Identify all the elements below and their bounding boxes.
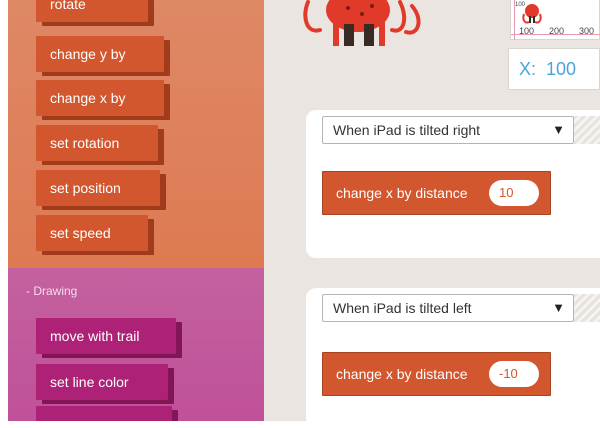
dropdown-arrow-icon: ▼: [552, 122, 565, 137]
ruler-tick: 300: [579, 26, 595, 36]
stage-thumbnail[interactable]: 100 100 200 300: [510, 0, 600, 40]
trigger-text: When iPad is tilted left: [333, 300, 472, 316]
distance-value-input[interactable]: -10: [489, 361, 539, 387]
action-change-x-by-distance[interactable]: change x by distance -10: [322, 352, 551, 396]
block-rotate[interactable]: rotate: [36, 0, 148, 22]
ruler-tick: 200: [549, 26, 565, 36]
block-set-rotation[interactable]: set rotation: [36, 125, 158, 161]
block-drawing-partial[interactable]: [36, 406, 172, 421]
block-label: set line color: [50, 374, 129, 390]
block-change-y-by[interactable]: change y by: [36, 36, 164, 72]
block-set-line-color[interactable]: set line color: [36, 364, 168, 400]
block-label: rotate: [50, 0, 86, 12]
drawing-section: - Drawing move with trail set line color: [8, 268, 264, 421]
block-label: move with trail: [50, 328, 140, 344]
distance-value-input[interactable]: 10: [489, 180, 539, 206]
block-change-x-by[interactable]: change x by: [36, 80, 164, 116]
rule-panel-tilt-left: When iPad is tilted left ▼ change x by d…: [306, 288, 600, 428]
block-label: change y by: [50, 46, 126, 62]
ruler-tick: 100: [519, 26, 535, 36]
script-area: 100 100 200 300 X: 100 When iPad is tilte…: [264, 0, 600, 428]
trigger-dropdown[interactable]: When iPad is tilted left ▼: [322, 294, 574, 322]
rule-panel-tilt-right: When iPad is tilted right ▼ change x by …: [306, 110, 600, 258]
block-set-speed[interactable]: set speed: [36, 215, 148, 251]
drawing-section-label: - Drawing: [26, 284, 78, 298]
block-set-position[interactable]: set position: [36, 170, 160, 206]
block-label: set rotation: [50, 135, 120, 151]
action-text: change x by distance: [336, 366, 468, 382]
panel-hatch: [574, 294, 600, 322]
action-text: change x by distance: [336, 185, 468, 201]
block-move-with-trail[interactable]: move with trail: [36, 318, 176, 354]
motion-section: rotate change y by change x by set rotat…: [8, 0, 264, 268]
x-label: X:: [519, 59, 537, 79]
x-value: 100: [546, 59, 577, 79]
dropdown-arrow-icon: ▼: [552, 300, 565, 315]
block-label: change x by: [50, 90, 126, 106]
x-coordinate-display[interactable]: X: 100: [508, 48, 600, 90]
block-label: set position: [50, 180, 121, 196]
octopus-sprite-icon[interactable]: [300, 0, 430, 48]
panel-hatch: [574, 116, 600, 144]
trigger-dropdown[interactable]: When iPad is tilted right ▼: [322, 116, 574, 144]
block-label: set speed: [50, 225, 111, 241]
trigger-text: When iPad is tilted right: [333, 122, 481, 138]
ruler-tick-small: 100: [515, 2, 526, 8]
action-change-x-by-distance[interactable]: change x by distance 10: [322, 171, 551, 215]
block-palette: rotate change y by change x by set rotat…: [8, 0, 264, 421]
